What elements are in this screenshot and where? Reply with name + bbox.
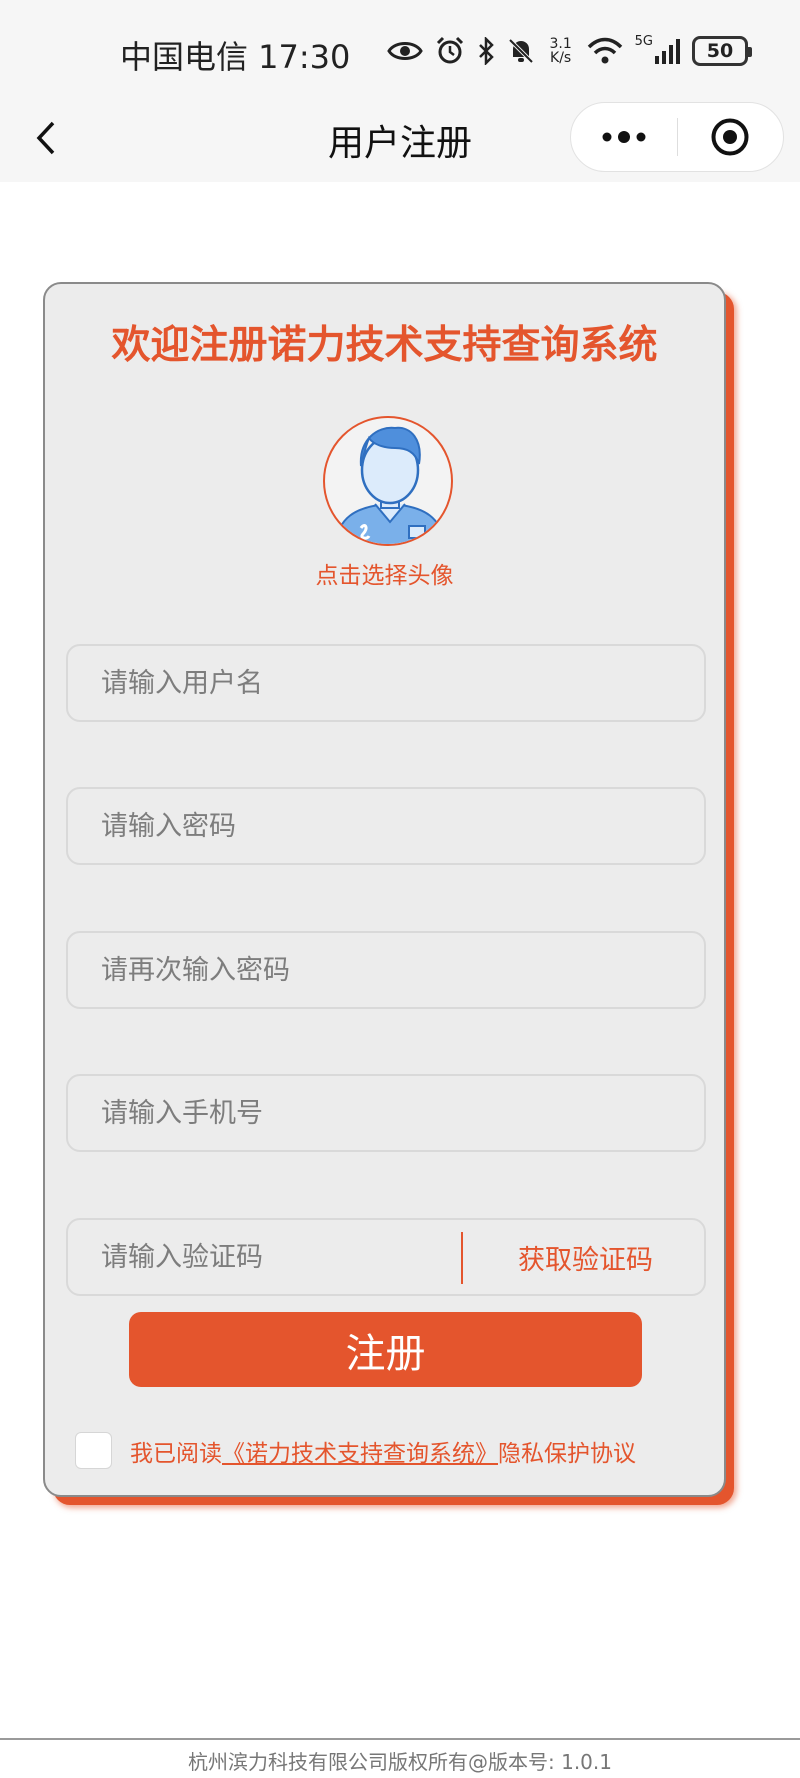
register-button[interactable]: 注册 (129, 1312, 642, 1387)
default-avatar-icon (334, 426, 446, 544)
avatar-picker[interactable] (323, 416, 453, 546)
mini-program-capsule (570, 102, 784, 172)
agree-suffix: 隐私保护协议 (498, 1440, 636, 1467)
username-field-box (66, 644, 706, 722)
mute-icon (507, 34, 535, 68)
status-icons: 3.1 K/s 5G 50 (386, 34, 752, 68)
more-button[interactable] (571, 102, 677, 172)
phone-field-box (66, 1074, 706, 1152)
agree-prefix: 我已阅读 (130, 1440, 222, 1467)
code-field-box: 获取验证码 (66, 1218, 706, 1296)
password-input[interactable] (101, 810, 704, 842)
bluetooth-icon (477, 34, 495, 68)
carrier-time: 中国电信 17:30 (120, 38, 351, 76)
more-icon (602, 131, 646, 143)
eye-icon (386, 34, 423, 68)
net-speed: 3.1 K/s (549, 36, 572, 66)
back-arrow-icon (36, 121, 55, 155)
phone-input[interactable] (101, 1097, 704, 1129)
welcome-title: 欢迎注册诺力技术支持查询系统 (111, 323, 658, 368)
nav-bar: 用户注册 (0, 100, 800, 182)
password-field-box (66, 787, 706, 865)
copyright-footer: 杭州滨力科技有限公司版权所有@版本号: 1.0.1 (188, 1750, 612, 1774)
register-card: 欢迎注册诺力技术支持查询系统 点击选择头像 获取验证码 注册 我已阅读 《诺力技… (43, 282, 726, 1497)
avatar-label[interactable]: 点击选择头像 (45, 556, 724, 590)
alarm-icon (435, 34, 465, 68)
close-button[interactable] (678, 102, 784, 172)
battery-icon: 50 (692, 36, 752, 66)
footer-divider (0, 1738, 800, 1740)
signal-icon: 5G (635, 34, 680, 68)
code-divider (461, 1232, 463, 1284)
confirm-password-field-box (66, 931, 706, 1009)
wifi-icon (587, 34, 623, 68)
verification-code-input[interactable] (101, 1241, 461, 1273)
confirm-password-input[interactable] (101, 954, 704, 986)
back-button[interactable] (22, 114, 70, 162)
get-code-button[interactable]: 获取验证码 (465, 1220, 706, 1294)
privacy-policy-link[interactable]: 《诺力技术支持查询系统》 (222, 1434, 498, 1468)
username-input[interactable] (101, 667, 704, 699)
status-bar: 中国电信 17:30 3.1 K/s 5G 50 (0, 0, 800, 100)
close-target-icon (711, 118, 749, 156)
agreement-row: 我已阅读 《诺力技术支持查询系统》 隐私保护协议 (75, 1432, 636, 1469)
agree-checkbox[interactable] (75, 1432, 112, 1469)
